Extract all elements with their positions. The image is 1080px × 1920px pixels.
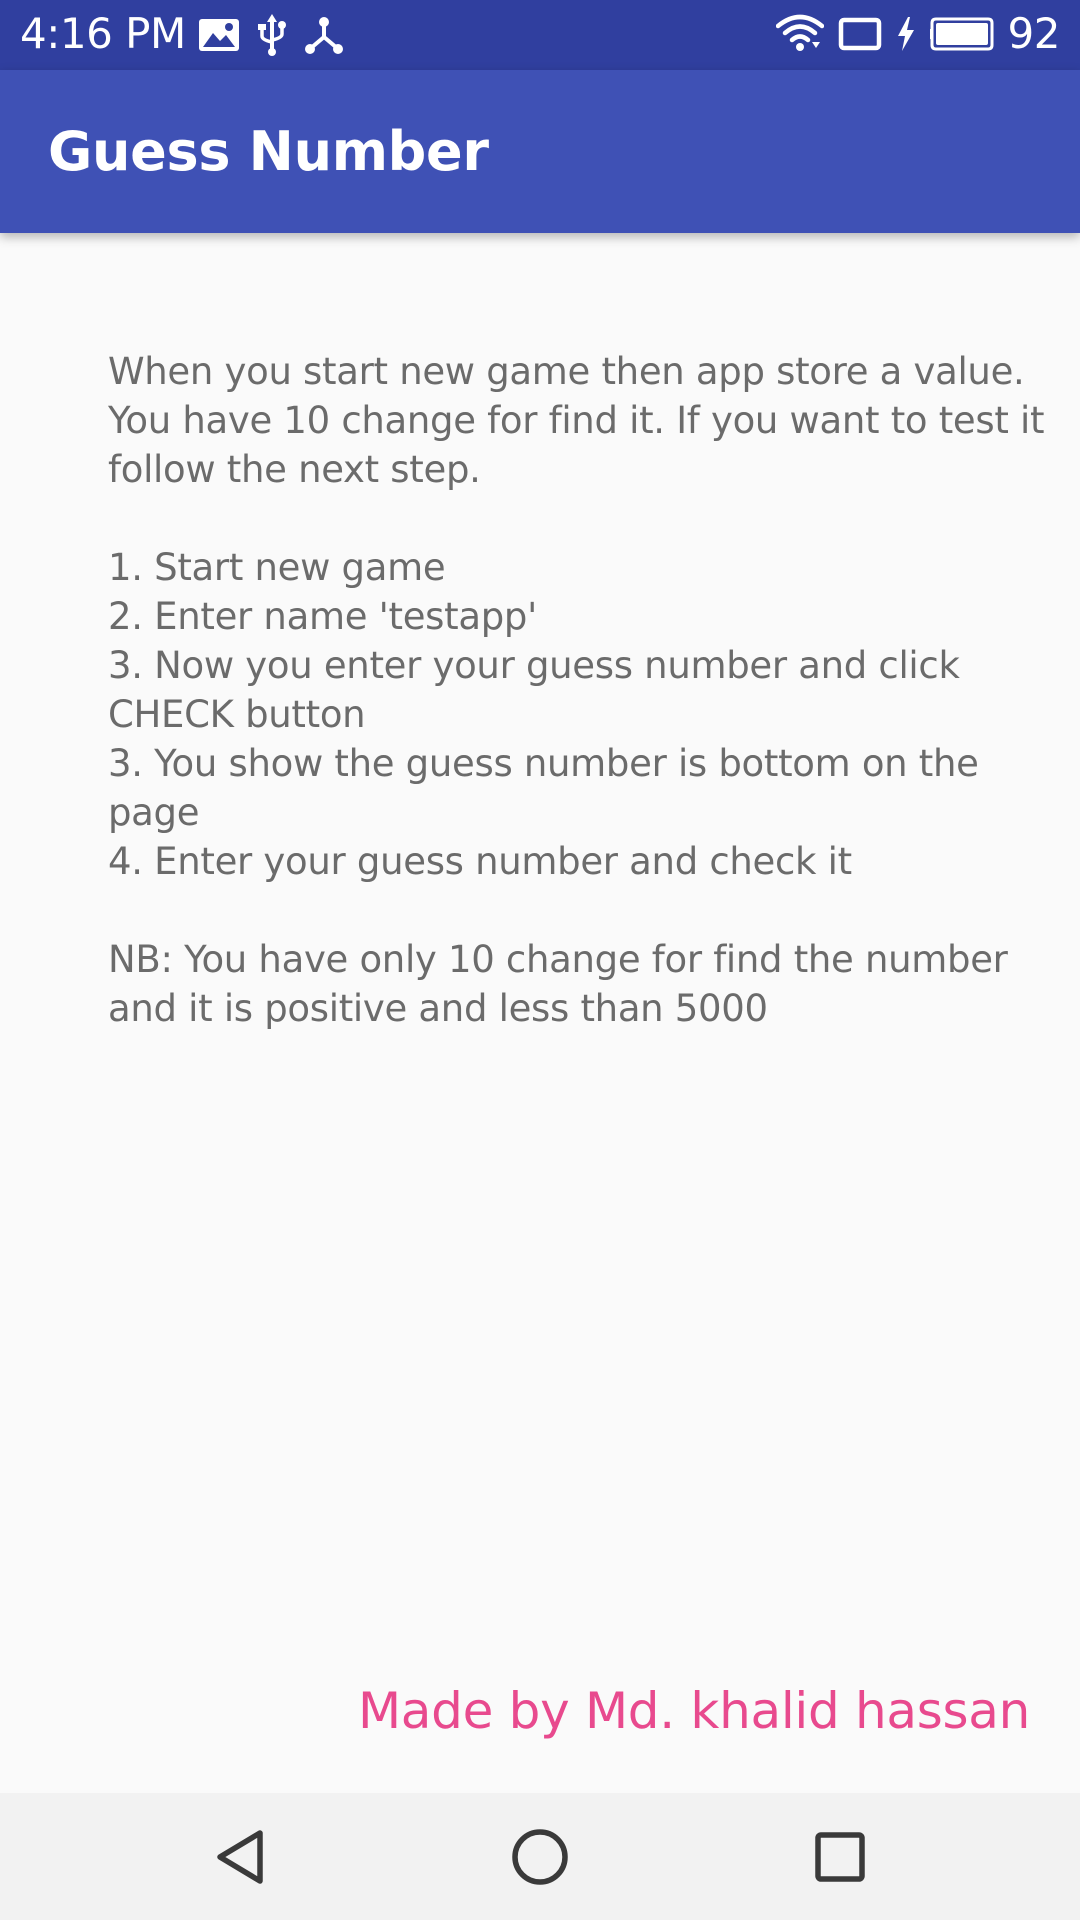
share-icon	[304, 15, 344, 55]
credit-text: Made by Md. khalid hassan	[357, 1682, 1030, 1740]
intro-paragraph: When you start new game then app store a…	[108, 350, 1045, 491]
app-bar: Guess Number	[0, 70, 1080, 233]
battery-percent: 92	[1007, 9, 1061, 58]
home-button[interactable]	[500, 1817, 580, 1897]
charging-icon	[896, 17, 916, 51]
navigation-bar	[0, 1793, 1080, 1920]
step-item: 4. Enter your guess number and check it	[108, 840, 852, 883]
step-item: 2. Enter name 'testapp'	[108, 595, 537, 638]
recents-icon	[814, 1831, 866, 1883]
step-item: 1. Start new game	[108, 546, 446, 589]
status-right-icons: 92	[775, 9, 1061, 58]
status-time: 4:16 PM	[20, 9, 186, 58]
home-icon	[510, 1827, 570, 1887]
step-item: 3. Now you enter your guess number and c…	[108, 644, 960, 736]
cast-icon	[838, 17, 882, 51]
back-button[interactable]	[200, 1817, 280, 1897]
steps-list: 1. Start new game 2. Enter name 'testapp…	[108, 543, 1048, 886]
status-bar: 4:16 PM 92	[0, 0, 1080, 70]
battery-icon	[929, 17, 994, 51]
note-paragraph: NB: You have only 10 change for find the…	[108, 938, 1008, 1030]
gallery-icon	[198, 18, 240, 52]
usb-icon	[258, 14, 286, 56]
step-item: 3. You show the guess number is bottom o…	[108, 742, 979, 834]
wifi-icon	[775, 14, 824, 54]
back-icon	[212, 1827, 268, 1887]
app-title: Guess Number	[48, 120, 489, 183]
recents-button[interactable]	[800, 1817, 880, 1897]
content-area: When you start new game then app store a…	[0, 233, 1080, 1793]
instructions-text: When you start new game then app store a…	[108, 347, 1048, 1033]
status-left-icons	[198, 13, 344, 57]
